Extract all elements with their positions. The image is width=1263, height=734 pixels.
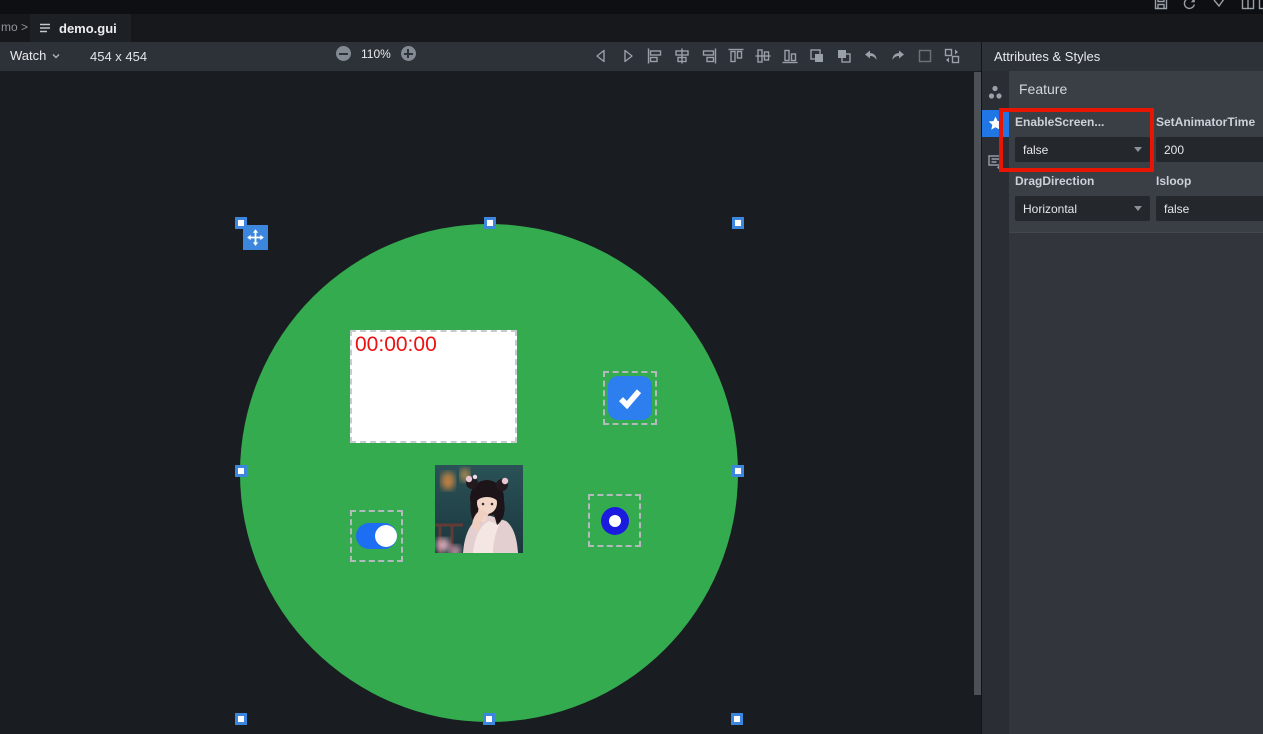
redo-icon[interactable] <box>889 47 907 65</box>
plugin-icon[interactable] <box>982 110 1009 137</box>
undo-icon[interactable] <box>862 47 880 65</box>
tab-label: demo.gui <box>59 20 117 36</box>
tab-bar: mo > demo.gui <box>0 14 1263 42</box>
zoom-out-button[interactable] <box>336 46 351 61</box>
canvas-size-label: 454 x 454 <box>90 49 148 64</box>
zoom-in-button[interactable] <box>400 46 416 61</box>
sync-icon[interactable] <box>1181 0 1197 11</box>
field-label: SetAnimatorTime <box>1156 115 1256 129</box>
file-list-icon <box>40 23 50 33</box>
checkbox-checked <box>608 376 652 420</box>
align-vertical-center-icon[interactable] <box>754 47 772 65</box>
device-selector-label: Watch <box>10 48 47 63</box>
radiobutton-widget[interactable] <box>588 494 641 547</box>
selection-handle[interactable] <box>235 713 247 725</box>
form-edit-icon[interactable] <box>982 148 1009 175</box>
step-forward-icon[interactable] <box>619 47 637 65</box>
section-title: Feature <box>1019 81 1068 97</box>
switch-widget[interactable] <box>350 510 403 562</box>
panel-empty-area <box>1009 232 1263 734</box>
zoom-controls: 110% <box>336 46 416 61</box>
clock-widget[interactable]: 00:00:00 <box>350 330 517 443</box>
panel-icon-strip <box>982 71 1009 734</box>
align-left-icon[interactable] <box>646 47 664 65</box>
setanimatortime-input[interactable]: 200 <box>1156 137 1263 162</box>
enablescreen-dropdown[interactable]: false <box>1015 137 1150 162</box>
checkbox-widget[interactable] <box>603 371 657 425</box>
breadcrumb[interactable]: mo > <box>1 20 28 34</box>
clock-text: 00:00:00 <box>355 333 437 356</box>
isloop-input[interactable]: false <box>1156 196 1263 221</box>
toolbar-icons <box>592 47 961 65</box>
align-horizontal-center-icon[interactable] <box>673 47 691 65</box>
selection-handle[interactable] <box>732 465 744 477</box>
field-enablescreen: EnableScreen... false <box>1015 115 1150 162</box>
panel-right-icon[interactable] <box>1257 0 1263 11</box>
attributes-panel: Attributes & Styles Feature EnableScreen… <box>981 42 1263 734</box>
toggle-knob <box>375 525 397 547</box>
input-value: false <box>1164 201 1190 216</box>
panel-header: Attributes & Styles <box>982 42 1263 71</box>
selection-handle[interactable] <box>235 217 247 229</box>
step-back-icon[interactable] <box>592 47 610 65</box>
align-top-icon[interactable] <box>727 47 745 65</box>
selection-handle[interactable] <box>483 713 495 725</box>
dropdown-value: Horizontal <box>1023 201 1078 216</box>
panel-title: Attributes & Styles <box>994 49 1101 64</box>
input-value: 200 <box>1164 142 1185 157</box>
chevron-down-icon <box>1134 206 1142 211</box>
radio-dot <box>608 514 621 527</box>
canvas-toolbar: Watch 454 x 454 110% <box>0 42 981 71</box>
design-canvas[interactable]: 00:00:00 <box>0 71 981 734</box>
field-setanimatortime: SetAnimatorTime 200 <box>1156 115 1263 162</box>
move-icon <box>247 229 264 246</box>
selection-handle[interactable] <box>731 713 743 725</box>
toggle-on <box>356 523 397 549</box>
field-dragdirection: DragDirection Horizontal <box>1015 174 1150 221</box>
tab-demo-gui[interactable]: demo.gui <box>30 14 131 42</box>
align-bottom-icon[interactable] <box>781 47 799 65</box>
canvas-scrollbar[interactable] <box>974 72 981 695</box>
save-icon[interactable] <box>1153 0 1169 11</box>
feature-section: Feature EnableScreen... false SetAnimato… <box>1009 71 1263 734</box>
radio-selected <box>600 506 629 535</box>
send-to-back-icon[interactable] <box>835 47 853 65</box>
hierarchy-icon[interactable] <box>982 79 1009 106</box>
replace-widget-icon[interactable] <box>943 47 961 65</box>
bring-to-front-icon[interactable] <box>808 47 826 65</box>
checkmark-icon <box>619 389 642 410</box>
selection-handle[interactable] <box>732 217 744 229</box>
marquee-icon[interactable] <box>916 47 934 65</box>
gui-designer-window: mo > demo.gui Watch 454 x 454 110% 00:00… <box>0 0 1263 734</box>
selection-handle[interactable] <box>235 465 247 477</box>
selection-handle[interactable] <box>484 217 496 229</box>
field-label: EnableScreen... <box>1015 115 1105 129</box>
layout-columns-icon[interactable] <box>1240 0 1256 11</box>
dropdown-value: false <box>1023 142 1049 157</box>
align-right-icon[interactable] <box>700 47 718 65</box>
character-image <box>435 465 523 553</box>
field-isloop: Isloop false <box>1156 174 1263 221</box>
field-label: Isloop <box>1156 174 1192 188</box>
zoom-level: 110% <box>361 46 391 61</box>
check-icon[interactable] <box>1211 0 1227 11</box>
dragdirection-dropdown[interactable]: Horizontal <box>1015 196 1150 221</box>
image-widget[interactable] <box>435 465 523 553</box>
chevron-down-icon <box>1134 147 1142 152</box>
titlebar <box>0 0 1263 14</box>
device-selector[interactable]: Watch <box>10 48 61 63</box>
chevron-down-icon <box>52 53 60 58</box>
field-label: DragDirection <box>1015 174 1095 188</box>
